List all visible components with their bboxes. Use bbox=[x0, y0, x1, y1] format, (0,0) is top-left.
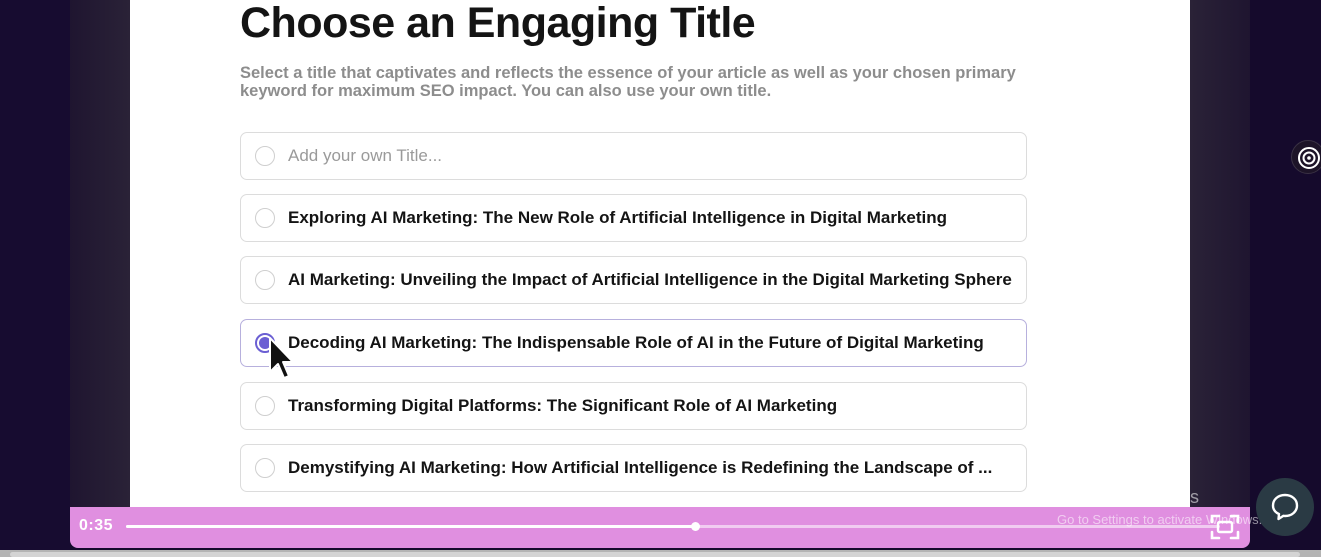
background-strip-right bbox=[1190, 0, 1250, 510]
title-option[interactable]: Exploring AI Marketing: The New Role of … bbox=[240, 194, 1027, 242]
title-option-label: AI Marketing: Unveiling the Impact of Ar… bbox=[288, 270, 1012, 289]
video-progress-track[interactable] bbox=[126, 522, 1220, 531]
background-strip-left bbox=[70, 0, 130, 510]
title-option[interactable]: Transforming Digital Platforms: The Sign… bbox=[240, 382, 1027, 430]
mouse-pointer-icon bbox=[269, 337, 294, 379]
video-current-time: 0:35 bbox=[79, 517, 114, 534]
title-option-radio[interactable] bbox=[255, 208, 275, 228]
background-left bbox=[0, 0, 70, 557]
custom-title-input[interactable] bbox=[288, 146, 988, 166]
bottom-scrollbar[interactable] bbox=[0, 550, 1321, 557]
chat-bubble-icon[interactable] bbox=[1256, 478, 1314, 536]
target-icon[interactable] bbox=[1291, 140, 1321, 174]
background-right bbox=[1250, 0, 1321, 557]
activate-windows-watermark: Activate Windows Go to Settings to activ… bbox=[1057, 487, 1262, 527]
custom-title-radio[interactable] bbox=[255, 146, 275, 166]
video-progress-fill bbox=[126, 525, 695, 528]
title-option-label: Demystifying AI Marketing: How Artificia… bbox=[288, 458, 993, 477]
page-title: Choose an Engaging Title bbox=[240, 0, 756, 47]
title-option-label: Exploring AI Marketing: The New Role of … bbox=[288, 208, 947, 227]
title-selection-page: Choose an Engaging Title Select a title … bbox=[130, 0, 1190, 510]
watermark-line2: Go to Settings to activate Windows. bbox=[1057, 512, 1263, 527]
title-option-radio[interactable] bbox=[255, 270, 275, 290]
bottom-scrollbar-thumb[interactable] bbox=[10, 552, 1300, 557]
custom-title-option[interactable] bbox=[240, 132, 1027, 180]
title-option[interactable]: AI Marketing: Unveiling the Impact of Ar… bbox=[240, 256, 1027, 304]
title-option-radio[interactable] bbox=[255, 396, 275, 416]
title-option-label: Transforming Digital Platforms: The Sign… bbox=[288, 396, 838, 415]
video-progress-thumb[interactable] bbox=[690, 522, 700, 531]
watermark-line1: Activate Windows bbox=[1057, 487, 1200, 507]
title-option[interactable]: Decoding AI Marketing: The Indispensable… bbox=[240, 319, 1027, 367]
title-option-label: Decoding AI Marketing: The Indispensable… bbox=[288, 333, 984, 352]
title-option[interactable]: Demystifying AI Marketing: How Artificia… bbox=[240, 444, 1027, 492]
title-option-radio[interactable] bbox=[255, 458, 275, 478]
page-subtitle: Select a title that captivates and refle… bbox=[240, 64, 1016, 100]
